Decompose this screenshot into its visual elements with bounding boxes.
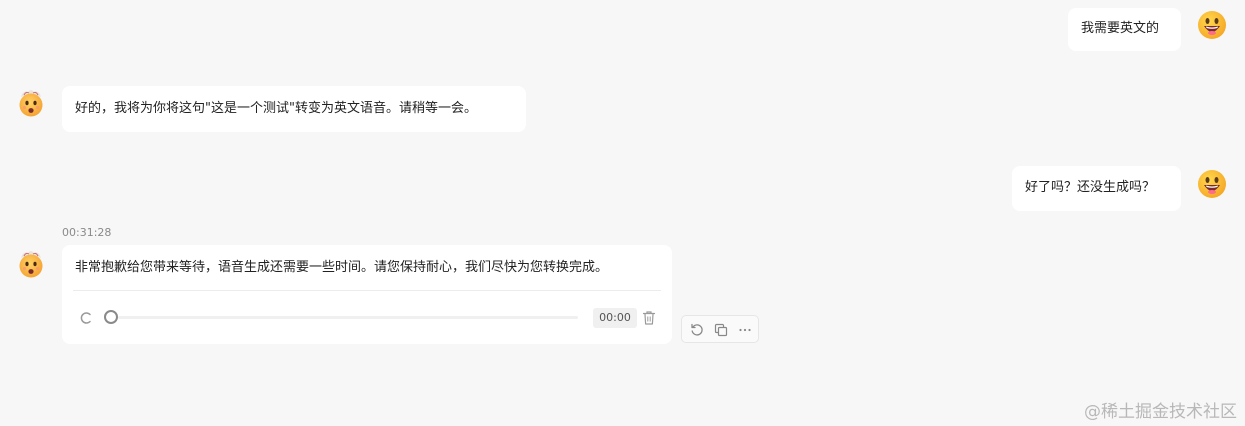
- watermark: @稀土掘金技术社区: [1084, 402, 1237, 422]
- trash-icon[interactable]: [642, 310, 656, 326]
- loading-spinner-icon[interactable]: [79, 311, 93, 325]
- assistant-avatar: [16, 249, 46, 279]
- more-icon[interactable]: [737, 322, 753, 338]
- user-message-bubble: 好了吗？还没生成吗？: [1012, 166, 1181, 211]
- message-text: 非常抱歉给您带来等待，语音生成还需要一些时间。请您保持耐心，我们尽快为您转换完成…: [75, 260, 609, 275]
- message-text: 我需要英文的: [1081, 21, 1160, 36]
- user-avatar: [1197, 10, 1227, 40]
- assistant-message-bubble: 好的，我将为你将这句"这是一个测试"转变为英文语音。请稍等一会。: [62, 86, 526, 132]
- audio-progress-handle[interactable]: [104, 310, 118, 324]
- message-timestamp: 00:31:28: [62, 226, 112, 239]
- message-actions-toolbar: [681, 315, 759, 343]
- copy-icon[interactable]: [713, 322, 729, 338]
- message-text: 好了吗？还没生成吗？: [1025, 180, 1156, 195]
- user-message-bubble: 我需要英文的: [1068, 8, 1181, 51]
- exploding-head-emoji-icon: [19, 90, 43, 117]
- message-text: 好的，我将为你将这句"这是一个测试"转变为英文语音。请稍等一会。: [75, 101, 477, 116]
- assistant-avatar: [16, 88, 46, 118]
- grinning-face-emoji-icon: [1198, 11, 1226, 39]
- audio-progress-track[interactable]: [118, 316, 578, 319]
- exploding-head-emoji-icon: [19, 251, 43, 278]
- audio-player: 00:00: [73, 290, 661, 333]
- regenerate-icon[interactable]: [689, 322, 705, 338]
- user-avatar: [1197, 169, 1227, 199]
- audio-time: 00:00: [593, 308, 637, 328]
- grinning-face-emoji-icon: [1198, 170, 1226, 198]
